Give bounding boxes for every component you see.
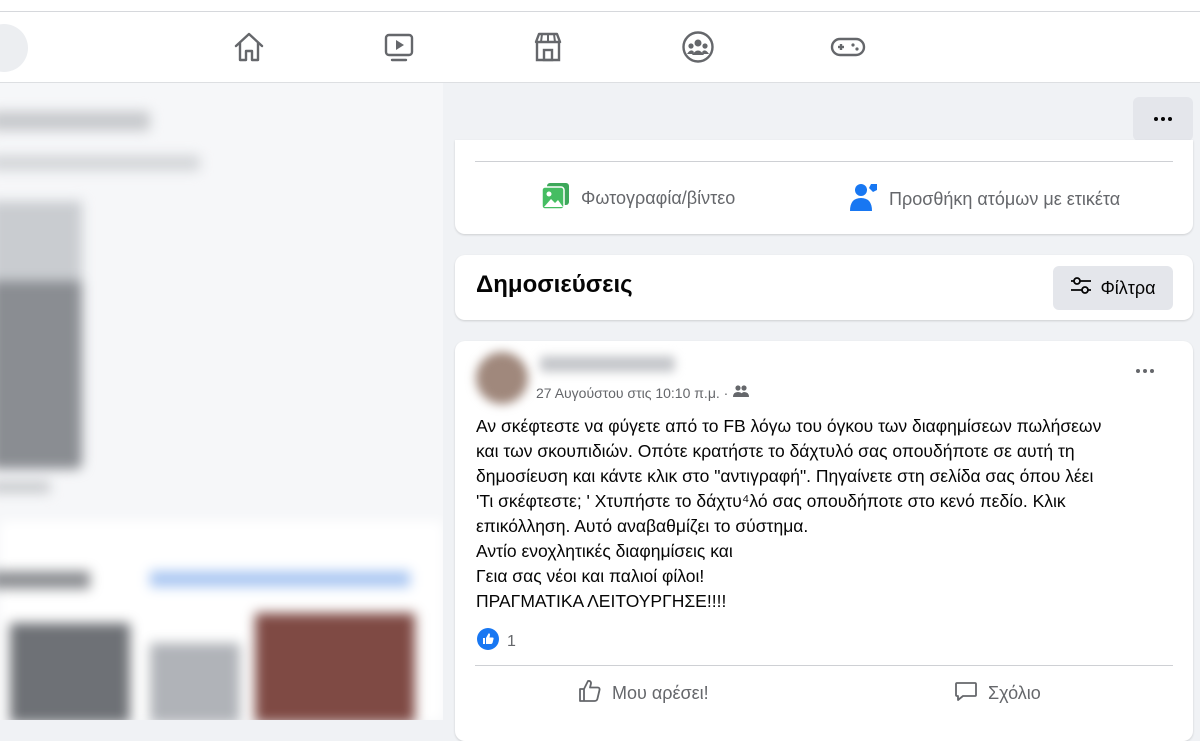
browser-divider [0,11,1200,12]
post-author-name[interactable] [540,356,675,372]
profile-left-column [0,83,443,720]
post-line: Γεια σας νέοι και παλιοί φίλοι! [476,566,705,586]
more-dots-icon [1154,117,1172,121]
post-actions-divider [475,665,1173,666]
reactions-summary[interactable]: 1 [477,628,516,655]
tag-people-button[interactable]: Προσθήκη ατόμων με ετικέτα [849,182,1120,217]
marketplace-icon[interactable] [530,29,566,65]
post-options-button[interactable] [1136,369,1154,373]
top-navigation-bar [0,0,1200,83]
filter-sliders-icon [1070,276,1092,301]
post-author-avatar[interactable] [476,352,528,404]
groups-icon[interactable] [680,29,716,65]
post-line: Αντίο ενοχλητικές διαφημίσεις και [476,541,733,561]
posts-title: Δημοσιεύσεις [476,271,633,298]
post-line: επικόλληση. Αυτό αναβαθμίζει το σύστημα. [476,516,809,536]
profile-more-button[interactable] [1133,97,1193,141]
filter-button[interactable]: Φίλτρα [1053,266,1173,310]
filter-label: Φίλτρα [1100,277,1156,298]
like-reaction-icon [477,628,499,655]
post-line: δημοσίευση και κάντε κλικ στο "αντιγραφή… [476,466,1094,486]
tag-people-icon [849,182,879,217]
photo-video-label: Φωτογραφία/βίντεο [581,188,736,208]
like-button[interactable]: Μου αρέσει! [578,679,709,708]
post-line: 'Τι σκέφτεστε; ' Χτυπήστε το δάχτυ⁴λό σα… [476,491,1066,511]
post-line: ΠΡΑΓΜΑΤΙΚΑ ΛΕΙΤΟΥΡΓΗΣΕ!!!! [476,591,727,611]
post-body: Αν σκέφτεστε να φύγετε από το FB λόγω το… [476,414,1176,614]
post-line: Αν σκέφτεστε να φύγετε από το FB λόγω το… [476,416,1102,436]
post-meta: 27 Αυγούστου στις 10:10 π.μ. · [536,384,750,401]
post-timestamp[interactable]: 27 Αυγούστου στις 10:10 π.μ. · [536,385,728,401]
like-label: Μου αρέσει! [612,683,709,703]
home-icon[interactable] [231,29,267,65]
photo-video-button[interactable]: Φωτογραφία/βίντεο [541,182,735,215]
photo-video-icon [541,182,571,215]
thumbs-up-icon [578,679,602,708]
comment-button[interactable]: Σχόλιο [954,679,1041,708]
tag-people-label: Προσθήκη ατόμων με ετικέτα [889,189,1121,209]
gaming-icon[interactable] [830,29,866,65]
comment-label: Σχόλιο [988,683,1041,703]
watch-icon[interactable] [381,29,417,65]
friends-audience-icon[interactable] [733,384,750,401]
post-options-icon [1136,369,1154,373]
composer-divider [475,161,1173,162]
reaction-count: 1 [507,632,516,650]
search-button[interactable] [0,24,28,72]
post-line: και των σκουπιδιών. Οπότε κρατήστε το δά… [476,441,1075,461]
comment-bubble-icon [954,679,978,708]
